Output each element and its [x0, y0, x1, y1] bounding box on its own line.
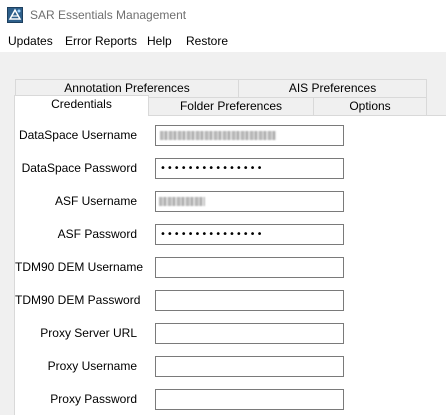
menu-updates[interactable]: Updates — [8, 34, 53, 48]
dataspace-username-label: DataSpace Username — [18, 128, 137, 142]
sar-essentials-management-window: SAR Essentials Management Updates Error … — [0, 0, 446, 415]
tdm90-dem-password-input[interactable] — [155, 290, 344, 311]
asf-username-label: ASF Username — [54, 194, 137, 208]
dataspace-username-input[interactable] — [155, 125, 344, 146]
tdm90-dem-username-label: TDM90 DEM Username — [15, 260, 144, 274]
sar-app-icon — [7, 7, 23, 23]
asf-password-input[interactable] — [155, 224, 344, 245]
asf-username-input[interactable] — [155, 191, 344, 212]
proxy-password-input[interactable] — [155, 389, 344, 410]
close-window-button[interactable] — [424, 0, 446, 30]
menu-bar: Updates Error Reports Help Restore — [0, 30, 446, 53]
title-bar[interactable]: SAR Essentials Management — [0, 0, 446, 30]
tab-options[interactable]: Options — [313, 97, 427, 115]
menu-error-reports[interactable]: Error Reports — [65, 34, 137, 48]
window-title: SAR Essentials Management — [30, 8, 187, 22]
tdm90-dem-password-label: TDM90 DEM Password — [15, 293, 141, 307]
tab-ais-preferences[interactable]: AIS Preferences — [238, 79, 427, 97]
obscured-username-value — [159, 197, 205, 206]
tab-credentials[interactable]: Credentials — [14, 95, 149, 116]
proxy-server-url-label: Proxy Server URL — [40, 326, 137, 340]
obscured-username-value — [160, 131, 276, 140]
tab-folder-preferences[interactable]: Folder Preferences — [148, 97, 314, 115]
dataspace-password-input[interactable] — [155, 158, 344, 179]
proxy-password-label: Proxy Password — [50, 392, 137, 406]
proxy-server-url-input[interactable] — [155, 323, 344, 344]
menu-help[interactable]: Help — [147, 34, 172, 48]
dataspace-password-label: DataSpace Password — [21, 161, 137, 175]
asf-password-label: ASF Password — [57, 227, 137, 241]
proxy-username-label: Proxy Username — [47, 359, 137, 373]
menu-restore[interactable]: Restore — [186, 34, 228, 48]
tdm90-dem-username-input[interactable] — [155, 257, 344, 278]
proxy-username-input[interactable] — [155, 356, 344, 377]
